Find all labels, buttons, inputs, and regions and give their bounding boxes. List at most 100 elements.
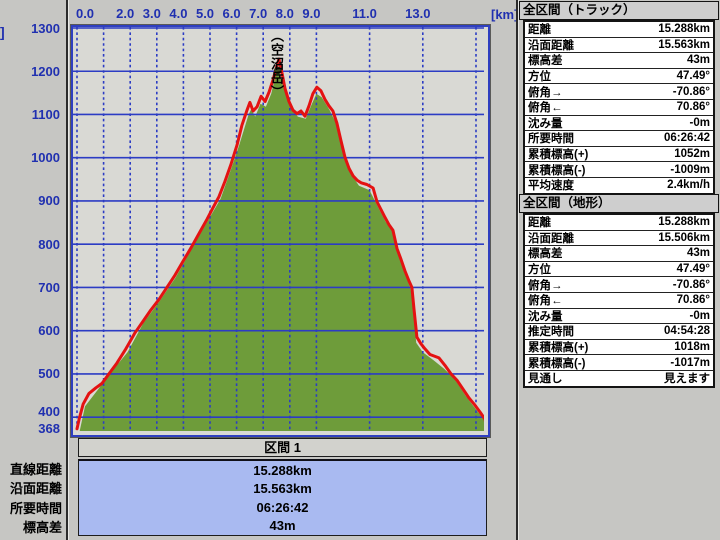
stat-row: 累積標高(-) -1017m [525,355,713,371]
section-label: 沿面距離 [9,481,62,497]
y-tick-label: 1100 [31,106,60,122]
stat-value: 1018m [674,341,710,354]
y-tick-label: 900 [38,193,60,209]
pane-splitter-left[interactable] [66,0,68,540]
section-table-header: 区間 1 [78,438,487,457]
stat-row: 俯角→ -70.86° [525,84,713,100]
stat-label: 俯角← [528,102,563,115]
y-tick-label: 800 [38,236,60,252]
stat-value: -1017m [670,356,710,369]
panel-track-header: 全区間（トラック） [519,1,719,20]
x-tick-label: 9.0 [302,6,321,21]
x-tick-label: 0.0 [75,6,95,21]
stat-value: 15.506km [658,231,710,244]
stat-row: 距離 15.288km [525,22,713,38]
x-tick-label: 6.0 [222,6,241,21]
stat-row: 俯角→ -70.86° [525,277,713,293]
stat-row: 累積標高(+) 1052m [525,147,713,163]
stat-row: 見通し 見えます [525,371,713,386]
stat-value: -0m [689,116,710,129]
stat-row: 距離 15.288km [525,215,713,231]
stat-row: 俯角← 70.86° [525,100,713,116]
stat-value: 47.49° [676,263,710,276]
section-value: 43m [269,518,296,534]
stat-value: 04:54:28 [663,325,710,338]
stat-row: 累積標高(-) -1009m [525,162,713,178]
y-tick-label: 368 [38,421,60,436]
stat-label: 方位 [528,264,551,277]
stat-row: 方位 47.49° [525,262,713,278]
stat-label: 距離 [528,24,551,37]
stat-label: 沿面距離 [528,232,574,245]
stat-label: 沈み量 [528,117,563,130]
y-tick-label: 500 [38,366,60,382]
y-tick-label: 1300 [31,20,60,36]
stat-label: 沿面距離 [528,39,574,52]
panel-terrain-table: 距離 15.288km 沿面距離 15.506km 標高差 43m 方位 47.49° 俯角→ -… [523,213,715,388]
stat-label: 標高差 [528,55,563,68]
y-tick-label: 400 [38,403,60,419]
stat-label: 累積標高(+) [528,149,589,162]
stat-label: 所要時間 [528,133,574,146]
y-axis-unit-fragment: ] [0,24,5,40]
x-tick-label: 7.0 [249,6,268,21]
x-tick-label: 13.0 [405,6,431,21]
section-label: 直線距離 [9,462,62,478]
stat-label: 累積標高(-) [528,357,586,370]
section-title: 区間 1 [264,440,301,455]
stat-label: 俯角← [528,295,563,308]
stat-label: 累積標高(+) [528,342,589,355]
stat-row: 標高差 43m [525,246,713,262]
stat-row: 推定時間 04:54:28 [525,324,713,340]
stat-value: 06:26:42 [663,132,710,145]
stat-row: 沈み量 -0m [525,309,713,325]
section-value-table: 15.288km 15.563km 06:26:42 43m [78,459,487,536]
stat-value: 15.563km [658,38,710,51]
stat-value: 見えます [664,373,710,386]
stat-row: 方位 47.49° [525,69,713,85]
stat-value: -1009m [670,163,710,176]
peak-annotation: （空沼岳） [269,29,284,99]
x-axis-unit-label: [km] [491,7,519,22]
y-tick-label: 600 [38,323,60,339]
panel-terrain-header: 全区間（地形） [519,194,719,213]
stat-value: 2.4km/h [667,179,710,192]
stat-row: 所要時間 06:26:42 [525,131,713,147]
stat-value: 70.86° [676,294,710,307]
pane-splitter-right[interactable] [516,0,518,540]
stat-label: 見通し [528,373,563,386]
elevation-graph-window: ] 1300 1200 1100 1000 900 800 700 600 500 400 368 … [0,0,720,540]
x-tick-label: 5.0 [195,6,215,21]
stat-row: 平均速度 2.4km/h [525,178,713,193]
stat-row: 俯角← 70.86° [525,293,713,309]
stat-value: 43m [686,247,710,260]
stat-row: 沿面距離 15.506km [525,231,713,247]
y-tick-label: 1000 [31,150,60,166]
stat-value: -70.86° [672,85,710,98]
stat-label: 平均速度 [528,180,574,193]
y-tick-label: 1200 [31,63,60,79]
stat-label: 距離 [528,217,551,230]
section-label: 標高差 [22,519,62,535]
stat-value: 70.86° [676,101,710,114]
section-value: 15.288km [253,462,312,478]
x-tick-label: 2.0 [116,6,135,21]
stat-value: 47.49° [676,70,710,83]
y-tick-label: 700 [38,279,60,295]
section-value: 06:26:42 [256,499,309,515]
stat-value: 15.288km [658,23,710,36]
stat-label: 俯角→ [528,86,563,99]
x-tick-label: 11.0 [352,6,377,21]
stat-row: 沈み量 -0m [525,116,713,132]
stat-row: 累積標高(+) 1018m [525,340,713,356]
section-value: 15.563km [253,481,312,497]
section-row-labels: 直線距離 沿面距離 所要時間 標高差 [0,459,62,536]
stat-label: 俯角→ [528,279,563,292]
stat-label: 方位 [528,71,551,84]
x-tick-label: 8.0 [275,6,294,21]
stat-row: 標高差 43m [525,53,713,69]
stat-label: 累積標高(-) [528,164,586,177]
stat-value: -70.86° [672,278,710,291]
elevation-profile-chart[interactable]: （空沼岳） [70,24,491,438]
stat-value: 43m [686,54,710,67]
